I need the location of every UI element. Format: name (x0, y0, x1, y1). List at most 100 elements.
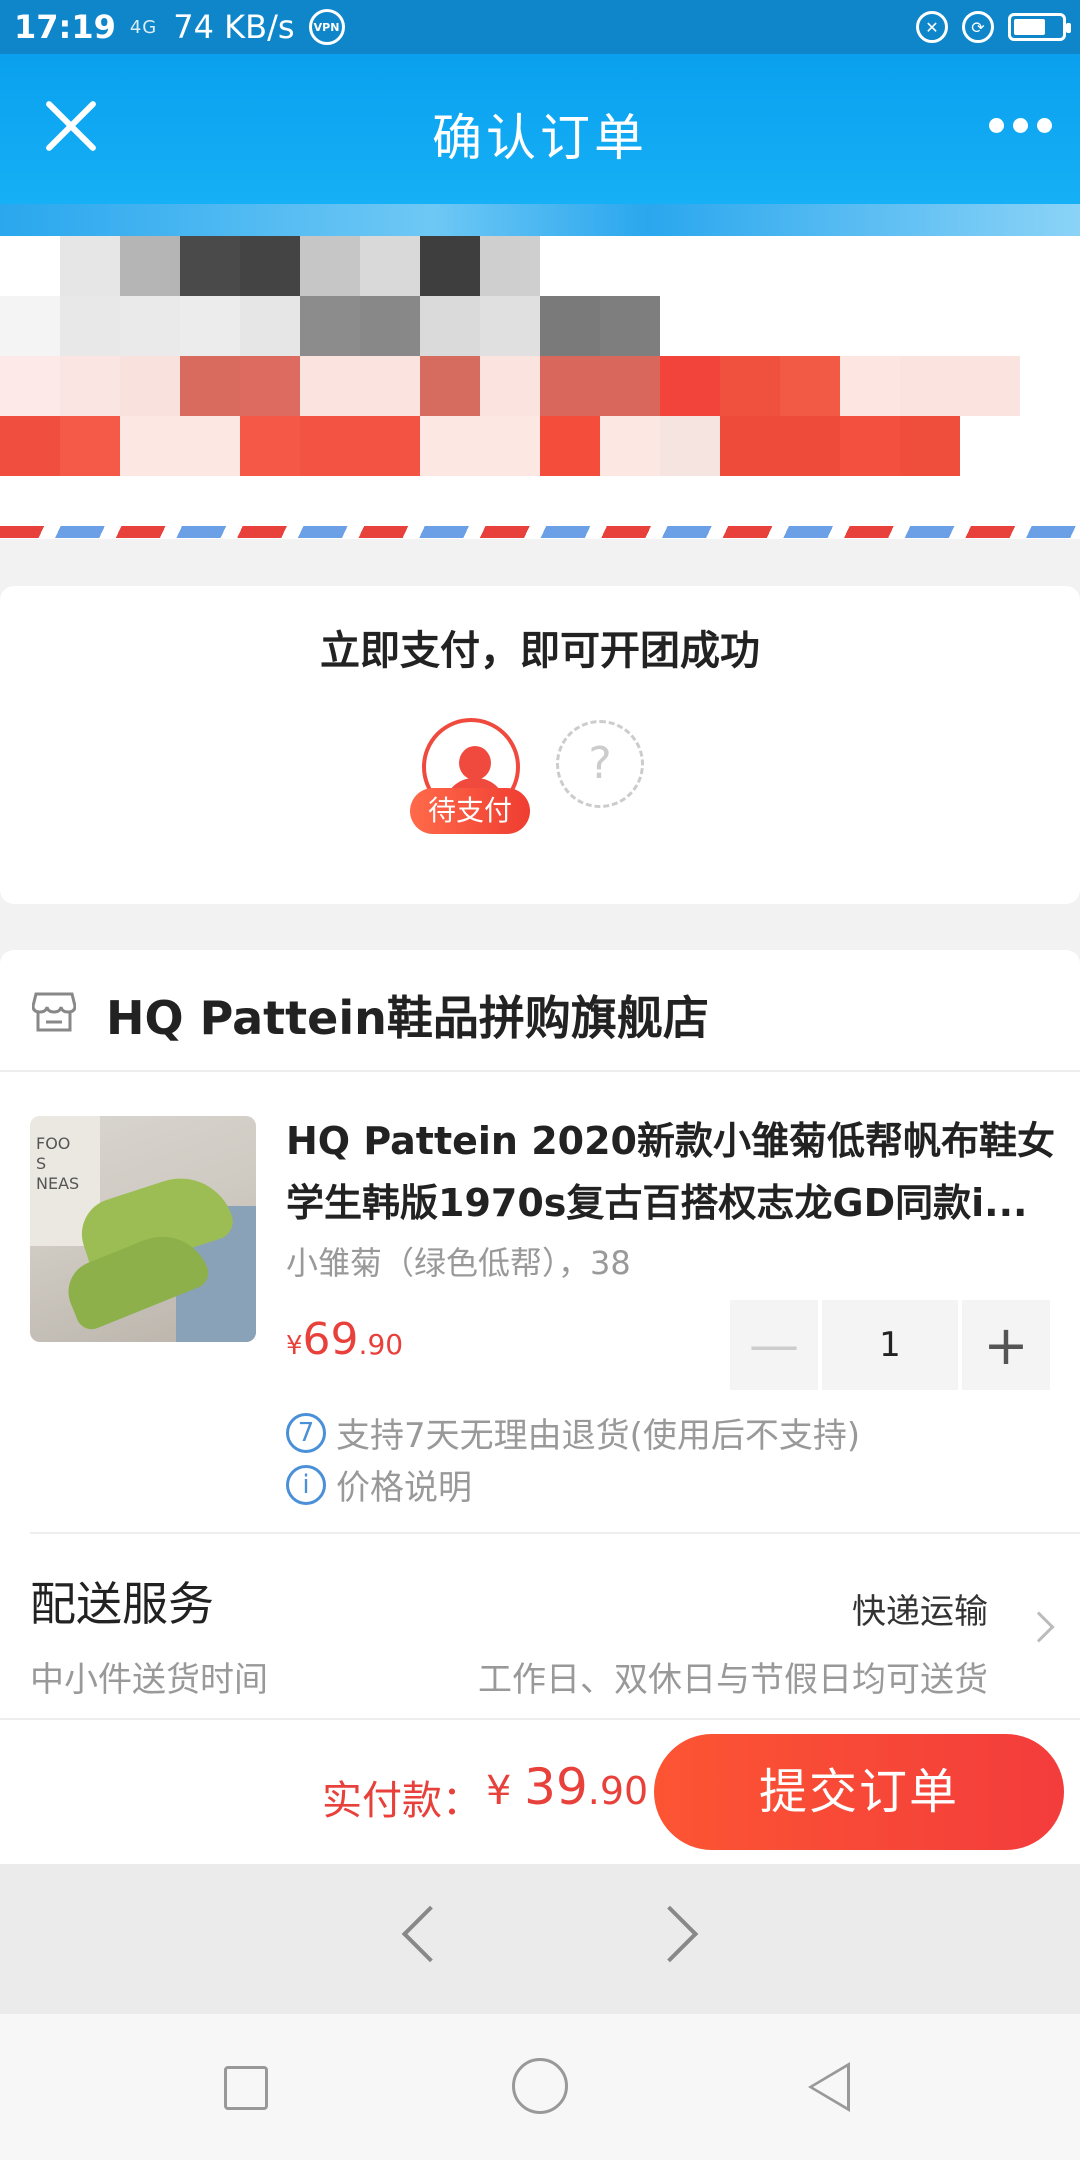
redaction-pixel (360, 236, 420, 296)
redaction-pixel (960, 416, 1020, 476)
pending-payment-badge: 待支付 (410, 788, 530, 834)
redaction-pixel (240, 416, 300, 476)
redaction-pixel (420, 296, 480, 356)
group-buy-title: 立即支付，即可开团成功 (320, 628, 760, 674)
redaction-pixel (60, 416, 120, 476)
redaction-pixel (840, 296, 900, 356)
redaction-pixel (300, 356, 360, 416)
empty-member-slot-icon: ? (556, 720, 644, 808)
store-row[interactable]: HQ Pattein鞋品拼购旗舰店 (0, 950, 1080, 1072)
home-icon[interactable] (512, 2058, 568, 2114)
redaction-pixel (600, 356, 660, 416)
redaction-pixel (300, 416, 360, 476)
redaction-pixel (480, 236, 540, 296)
redaction-top-band (0, 204, 1080, 236)
address-card-redacted[interactable] (0, 204, 1080, 539)
redaction-pixel (960, 296, 1020, 356)
redaction-pixel (180, 416, 240, 476)
redaction-pixel (720, 296, 780, 356)
redaction-pixel (900, 236, 960, 296)
price-integer: 69 (302, 1314, 359, 1365)
title-bar: 确认订单 (0, 54, 1080, 204)
redaction-pixel (780, 416, 840, 476)
product-image-bag-text: FOO S NEAS (36, 1134, 80, 1193)
redaction-pixel (660, 236, 720, 296)
redaction-pixel (480, 296, 540, 356)
order-card: HQ Pattein鞋品拼购旗舰店 FOO S NEAS HQ Pattein … (0, 950, 1080, 1718)
redaction-pixel (0, 416, 60, 476)
redaction-pixel (540, 296, 600, 356)
redaction-pixel (780, 236, 840, 296)
redaction-pixel (360, 416, 420, 476)
return-policy-text: 支持7天无理由退货(使用后不支持) (336, 1416, 861, 1456)
group-buy-card: 立即支付，即可开团成功 待支付 ? (0, 586, 1080, 904)
redaction-pixel (60, 296, 120, 356)
submit-bar: 实付款： ¥ 39.90 提交订单 (0, 1718, 1080, 1864)
pay-decimal: .90 (587, 1769, 649, 1813)
battery-icon (1008, 13, 1071, 41)
vpn-icon: VPN (308, 9, 345, 45)
redaction-pixel (180, 236, 240, 296)
redaction-pixel (720, 356, 780, 416)
product-title-line-2: 学生韩版1970s复古百搭权志龙GD同款i... (286, 1181, 1028, 1225)
forward-arrow-icon[interactable] (641, 1905, 699, 1963)
page-title: 确认订单 (432, 109, 648, 167)
redaction-pixel (360, 296, 420, 356)
more-icon[interactable] (989, 118, 1052, 133)
redaction-pixel (840, 356, 900, 416)
submit-order-button[interactable]: 提交订单 (654, 1734, 1064, 1850)
redaction-pixel (180, 296, 240, 356)
delivery-title: 配送服务 (30, 1577, 214, 1631)
redaction-pixel (1020, 296, 1080, 356)
price-note-row[interactable]: i 价格说明 (286, 1460, 472, 1509)
network-speed: 74 KB/s (173, 8, 295, 46)
redaction-pixel (240, 356, 300, 416)
back-arrow-icon[interactable] (401, 1905, 459, 1963)
redaction-pixel (960, 236, 1020, 296)
redaction-pixel (60, 356, 120, 416)
system-back-icon[interactable] (808, 2062, 850, 2112)
redaction-pixel (660, 296, 720, 356)
signal-icon: 4G (129, 16, 158, 38)
redaction-pixel (0, 296, 60, 356)
redaction-pixel (720, 416, 780, 476)
status-time: 17:19 (14, 8, 116, 46)
pay-label: 实付款： (322, 1778, 482, 1824)
chevron-right-icon[interactable] (1023, 1611, 1055, 1643)
redaction-pixel (600, 296, 660, 356)
redaction-pixel (1020, 416, 1080, 476)
store-name: HQ Pattein鞋品拼购旗舰店 (106, 991, 709, 1045)
delivery-subtitle: 中小件送货时间 (30, 1660, 268, 1700)
address-airmail-stripe (0, 526, 1080, 538)
redaction-pixel (900, 356, 960, 416)
quantity-increase-button[interactable]: + (962, 1300, 1050, 1390)
lock-rotation-icon: ⟳ (962, 11, 994, 43)
product-title[interactable]: HQ Pattein 2020新款小雏菊低帮帆布鞋女 学生韩版1970s复古百搭… (286, 1110, 1056, 1234)
recent-apps-icon[interactable] (224, 2066, 268, 2110)
product-price: ¥69.90 (286, 1314, 403, 1365)
return-policy-row: 7 支持7天无理由退货(使用后不支持) (286, 1408, 860, 1457)
product-title-line-1: HQ Pattein 2020新款小雏菊低帮帆布鞋女 (286, 1119, 1055, 1163)
quantity-value[interactable]: 1 (822, 1300, 958, 1390)
redaction-pixel (660, 356, 720, 416)
redaction-pixel (180, 356, 240, 416)
product-image[interactable]: FOO S NEAS (30, 1116, 256, 1342)
quantity-stepper: — 1 + (730, 1300, 1050, 1390)
price-decimal: .90 (358, 1328, 404, 1361)
pay-integer: 39 (524, 1758, 588, 1816)
redaction-pixel (900, 296, 960, 356)
delivery-note: 工作日、双休日与节假日均可送货 (478, 1660, 988, 1700)
seven-day-return-icon: 7 (286, 1412, 326, 1453)
quantity-decrease-button[interactable]: — (730, 1300, 818, 1390)
status-bar: 17:19 4G 74 KB/s VPN ✕ ⟳ (0, 0, 1080, 54)
pay-symbol: ¥ (486, 1768, 525, 1814)
pay-amount: ¥ 39.90 (486, 1758, 648, 1816)
redaction-pixel (540, 356, 600, 416)
redaction-pixel (120, 416, 180, 476)
redaction-pixel (60, 236, 120, 296)
redaction-pixel (540, 236, 600, 296)
redaction-pixel (300, 296, 360, 356)
redaction-pixel (540, 416, 600, 476)
redaction-pixel (780, 356, 840, 416)
system-nav-bar (0, 2014, 1080, 2160)
